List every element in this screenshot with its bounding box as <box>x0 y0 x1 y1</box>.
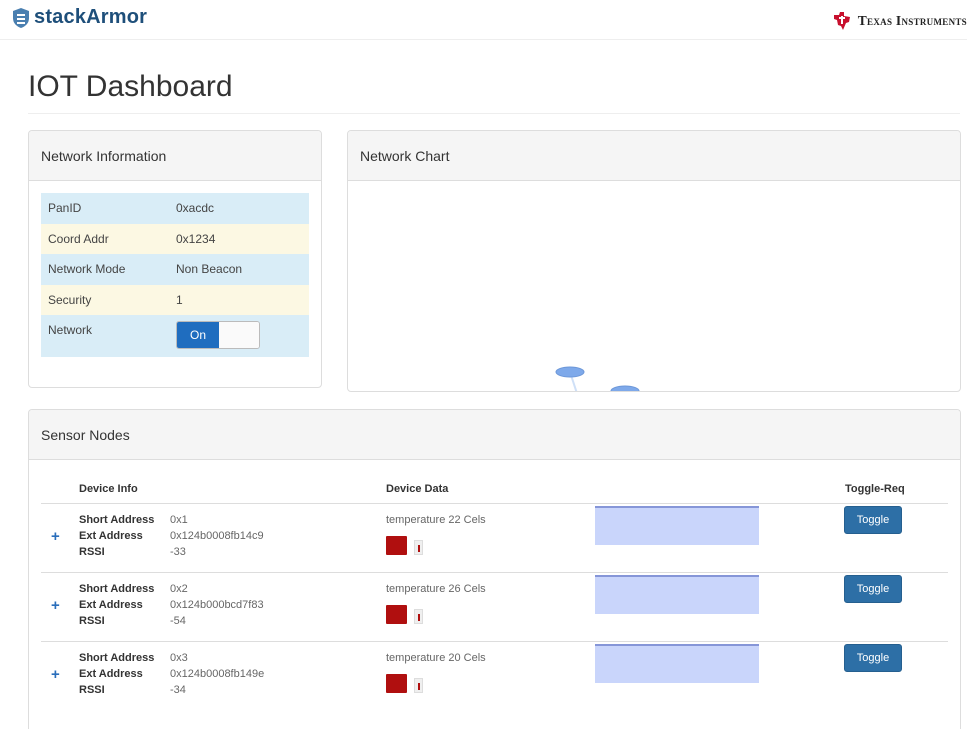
info-row-panid: PanID 0xacdc <box>41 193 309 224</box>
info-label: Coord Addr <box>41 223 169 254</box>
switch-off-handle <box>219 322 259 348</box>
temperature-color-swatch <box>386 536 407 555</box>
ext-address-value: 0x124b0008fb14c9 <box>170 530 264 542</box>
temperature-reading: temperature 20 Cels <box>386 652 486 664</box>
network-node[interactable] <box>610 385 640 392</box>
ext-address-label: Ext Address <box>79 668 143 680</box>
info-value-cell: On <box>169 315 309 357</box>
ti-brand-name: Texas Instruments <box>857 13 967 28</box>
network-chart[interactable] <box>348 182 960 392</box>
info-label: Network <box>41 315 169 357</box>
network-info-panel: Network Information PanID 0xacdc Coord A… <box>28 130 322 388</box>
column-header-device-data: Device Data <box>386 483 449 495</box>
temperature-sparkline <box>595 644 759 683</box>
short-address-label: Short Address <box>79 583 155 595</box>
info-label: Network Mode <box>41 254 169 285</box>
short-address-value: 0x3 <box>170 652 188 664</box>
mini-thermometer-icon <box>414 540 423 555</box>
rssi-value: -33 <box>170 546 186 558</box>
info-row-coord-addr: Coord Addr 0x1234 <box>41 223 309 254</box>
column-header-toggle-req: Toggle-Req <box>845 483 905 495</box>
info-value: 1 <box>169 284 309 315</box>
top-bar: stackArmor Texas Instruments <box>0 0 967 40</box>
rssi-label: RSSI <box>79 615 105 627</box>
table-divider <box>41 503 948 504</box>
temperature-color-swatch <box>386 674 407 693</box>
network-chart-panel: Network Chart <box>347 130 961 392</box>
info-label: PanID <box>41 193 169 224</box>
ti-logo: Texas Instruments <box>832 11 967 31</box>
info-label: Security <box>41 284 169 315</box>
ext-address-value: 0x124b000bcd7f83 <box>170 599 264 611</box>
expand-plus-icon[interactable]: + <box>51 666 60 683</box>
texas-instruments-icon <box>833 12 850 30</box>
info-row-network-mode: Network Mode Non Beacon <box>41 254 309 285</box>
network-nodes <box>555 366 640 392</box>
info-value: Non Beacon <box>169 254 309 285</box>
stackarmor-shield-icon <box>13 7 29 28</box>
info-row-network: Network On <box>41 315 309 357</box>
toggle-button[interactable]: Toggle <box>844 506 902 534</box>
info-row-security: Security 1 <box>41 284 309 315</box>
page-title: IOT Dashboard <box>28 70 233 103</box>
sensor-nodes-heading: Sensor Nodes <box>29 410 960 460</box>
table-divider <box>41 641 948 642</box>
column-header-device-info: Device Info <box>79 483 138 495</box>
switch-on-label: On <box>177 322 219 348</box>
ext-address-label: Ext Address <box>79 530 143 542</box>
expand-plus-icon[interactable]: + <box>51 597 60 614</box>
rssi-label: RSSI <box>79 546 105 558</box>
mini-thermometer-icon <box>414 678 423 693</box>
rssi-value: -54 <box>170 615 186 627</box>
brand-logo[interactable]: stackArmor <box>12 6 147 29</box>
network-chart-heading: Network Chart <box>348 131 960 181</box>
title-divider <box>28 113 960 114</box>
network-toggle-switch[interactable]: On <box>176 321 260 349</box>
brand-name: stackArmor <box>34 6 148 28</box>
toggle-button[interactable]: Toggle <box>844 575 902 603</box>
table-divider <box>41 572 948 573</box>
toggle-button[interactable]: Toggle <box>844 644 902 672</box>
info-value: 0x1234 <box>169 223 309 254</box>
ext-address-label: Ext Address <box>79 599 143 611</box>
info-value: 0xacdc <box>169 193 309 224</box>
network-info-heading: Network Information <box>29 131 321 181</box>
network-node[interactable] <box>555 366 585 378</box>
network-info-table: PanID 0xacdc Coord Addr 0x1234 Network M… <box>41 193 309 357</box>
temperature-sparkline <box>595 575 759 614</box>
sensor-nodes-panel: Sensor Nodes Device Info Device Data Tog… <box>28 409 961 729</box>
mini-thermometer-icon <box>414 609 423 624</box>
short-address-label: Short Address <box>79 652 155 664</box>
temperature-color-swatch <box>386 605 407 624</box>
table-row: + Short Address 0x3 Ext Address 0x124b00… <box>29 644 960 720</box>
temperature-reading: temperature 22 Cels <box>386 514 486 526</box>
short-address-value: 0x1 <box>170 514 188 526</box>
expand-plus-icon[interactable]: + <box>51 528 60 545</box>
network-link <box>623 390 625 391</box>
rssi-value: -34 <box>170 684 186 696</box>
short-address-label: Short Address <box>79 514 155 526</box>
temperature-reading: temperature 26 Cels <box>386 583 486 595</box>
short-address-value: 0x2 <box>170 583 188 595</box>
temperature-sparkline <box>595 506 759 545</box>
rssi-label: RSSI <box>79 684 105 696</box>
ext-address-value: 0x124b0008fb149e <box>170 668 265 680</box>
